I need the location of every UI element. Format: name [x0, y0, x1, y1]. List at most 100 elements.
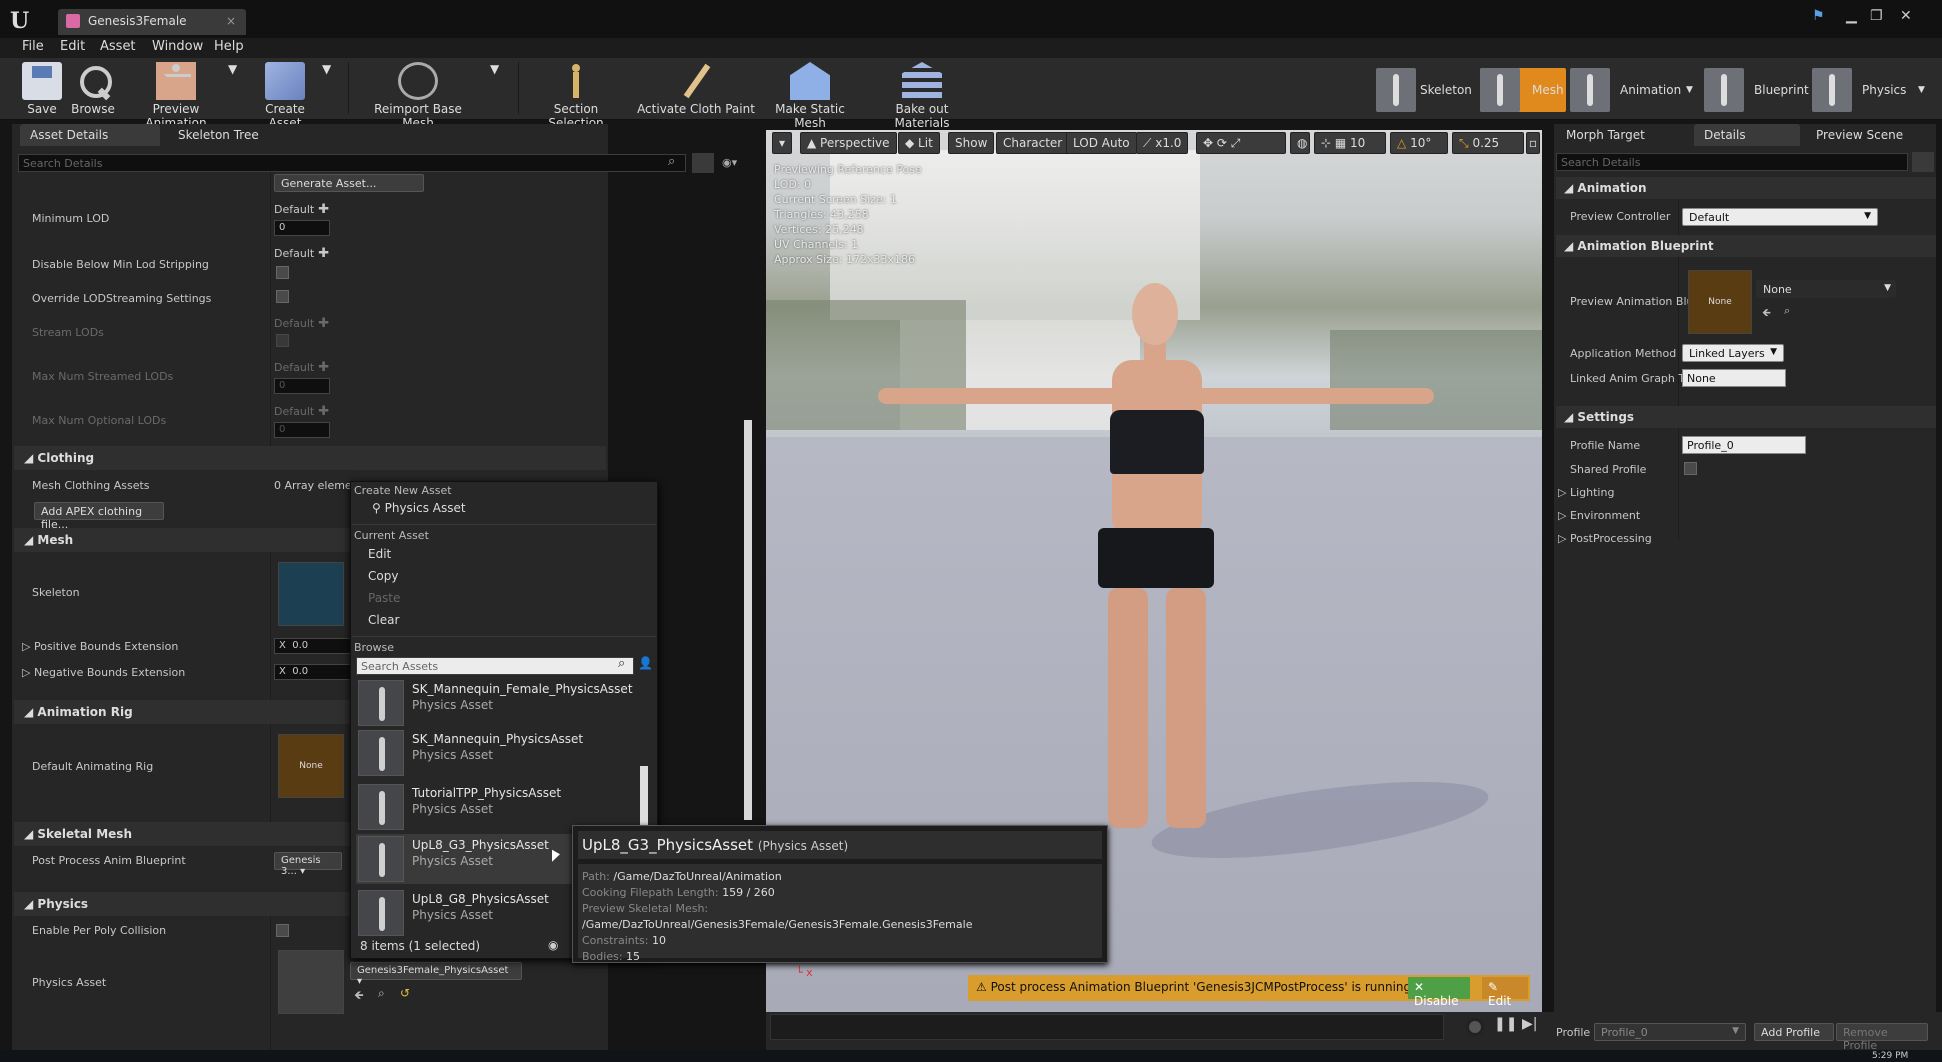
tab-asset-details[interactable]: Asset Details	[20, 124, 160, 146]
tab-skeleton-tree[interactable]: Skeleton Tree	[168, 124, 308, 146]
mode-skeleton[interactable]: Skeleton	[1376, 68, 1480, 112]
edit-button[interactable]: ✎ Edit	[1482, 977, 1528, 1008]
add-apex-clothing-button[interactable]: Add APEX clothing file...	[34, 502, 164, 531]
menu-clear[interactable]: Clear	[368, 613, 399, 627]
linked-anim-input[interactable]: None	[1682, 369, 1786, 387]
category-animation[interactable]: ◢ Animation	[1556, 177, 1936, 199]
use-selected-icon[interactable]: 🡸	[1762, 304, 1771, 323]
positive-bounds-x-input[interactable]: X 0.0	[274, 638, 354, 654]
remove-profile-button[interactable]: Remove Profile	[1836, 1023, 1928, 1052]
disable-below-default[interactable]: Default ✚	[274, 246, 329, 261]
default-rig-thumbnail[interactable]: None	[278, 734, 344, 798]
negative-bounds-x-input[interactable]: X 0.0	[274, 664, 354, 680]
view-options-icon[interactable]	[1912, 152, 1934, 172]
document-tab[interactable]: Genesis3Female ×	[58, 9, 246, 35]
profile-combo[interactable]: Profile_0 ▼	[1594, 1023, 1746, 1041]
activate-cloth-paint-button[interactable]: Activate Cloth Paint	[636, 62, 756, 116]
notification-icon[interactable]: ⚑	[1812, 8, 1825, 24]
add-profile-button[interactable]: Add Profile	[1754, 1023, 1834, 1041]
post-process-combo[interactable]: Genesis 3... ▾	[274, 852, 342, 877]
positive-bounds-label[interactable]: ▷ Positive Bounds Extension	[22, 640, 178, 653]
skeleton-thumbnail[interactable]	[278, 562, 344, 626]
asset-item[interactable]: SK_Mannequin_PhysicsAsset Physics Asset	[356, 728, 644, 778]
bake-out-materials-button[interactable]: Bake out Materials	[868, 62, 976, 130]
view-options-eye-icon[interactable]: ◉	[548, 938, 558, 952]
preview-anim-combo[interactable]: None ▼	[1756, 280, 1896, 298]
viewport-options-dropdown[interactable]: ▾	[772, 132, 792, 154]
physics-asset-thumbnail[interactable]	[278, 950, 344, 1014]
reimport-dropdown[interactable]: ▼	[490, 62, 499, 76]
close-tab-icon[interactable]: ×	[226, 14, 236, 28]
override-checkbox[interactable]	[276, 290, 289, 303]
menu-window[interactable]: Window	[152, 39, 203, 54]
animation-mode-dropdown[interactable]: ▼	[1686, 68, 1693, 112]
browse-button[interactable]: Browse	[70, 62, 116, 116]
eye-icon[interactable]: ◉▾	[722, 156, 737, 169]
minimum-lod-input[interactable]: 0	[274, 220, 330, 236]
disable-below-checkbox[interactable]	[276, 266, 289, 279]
negative-bounds-label[interactable]: ▷ Negative Bounds Extension	[22, 666, 185, 679]
preview-animation-button[interactable]: Preview Animation	[126, 62, 226, 130]
category-settings[interactable]: ◢ Settings	[1556, 406, 1936, 428]
asset-search-input[interactable]: Search Assets	[356, 657, 634, 675]
physics-mode-dropdown[interactable]: ▼	[1918, 68, 1925, 112]
menu-help[interactable]: Help	[214, 39, 244, 54]
browse-asset-icon[interactable]: ⌕	[1784, 304, 1790, 318]
view-options-icon[interactable]	[692, 153, 714, 173]
menu-file[interactable]: File	[22, 39, 44, 54]
lighting-section[interactable]: ▷ Lighting	[1558, 486, 1614, 499]
mode-physics[interactable]: Physics ▼	[1812, 68, 1932, 112]
mode-blueprint[interactable]: Blueprint	[1704, 68, 1814, 112]
menu-copy[interactable]: Copy	[368, 569, 398, 583]
create-asset-dropdown[interactable]: ▼	[322, 62, 331, 76]
mode-animation[interactable]: Animation ▼	[1570, 68, 1704, 112]
tab-details[interactable]: Details	[1694, 124, 1800, 146]
reset-icon[interactable]: ↺	[400, 986, 410, 1000]
right-search-input[interactable]: Search Details	[1556, 153, 1908, 171]
timeline-bar[interactable]	[770, 1014, 1444, 1040]
preview-animation-dropdown[interactable]: ▼	[228, 62, 237, 76]
per-poly-checkbox[interactable]	[276, 924, 289, 937]
menu-physics-asset[interactable]: ⚲ Physics Asset	[372, 501, 466, 515]
scale-snap-button[interactable]: ⤡ 0.25	[1452, 132, 1524, 154]
reimport-base-mesh-button[interactable]: Reimport Base Mesh	[360, 62, 476, 130]
details-scrollbar[interactable]	[744, 420, 752, 820]
application-method-combo[interactable]: Linked Layers ▼	[1682, 344, 1784, 362]
character-button[interactable]: Character	[996, 132, 1070, 154]
postprocessing-section[interactable]: ▷ PostProcessing	[1558, 532, 1652, 545]
maximize-viewport-icon[interactable]: ▫	[1526, 132, 1540, 154]
lit-button[interactable]: ◆ Lit	[898, 132, 940, 154]
coordinate-space-icon[interactable]: ◍	[1290, 132, 1310, 154]
preview-anim-thumbnail[interactable]: None	[1688, 270, 1752, 334]
section-selection-button[interactable]: Section Selection	[528, 62, 624, 130]
show-button[interactable]: Show	[948, 132, 995, 154]
profile-name-input[interactable]: Profile_0	[1682, 436, 1806, 454]
unreal-logo-icon[interactable]: U	[10, 8, 29, 34]
generate-asset-button[interactable]: Generate Asset...	[274, 174, 424, 192]
close-window-icon[interactable]: ✕	[1900, 8, 1912, 24]
minimum-lod-default[interactable]: Default ✚	[274, 202, 329, 217]
use-selected-icon[interactable]: 🡸	[354, 986, 364, 1007]
physics-asset-combo[interactable]: Genesis3Female_PhysicsAsset ▾	[350, 962, 522, 987]
rotation-snap-button[interactable]: △ 10°	[1390, 132, 1448, 154]
transform-tools[interactable]: ✥ ⟳ ⤢	[1196, 132, 1286, 154]
shared-profile-checkbox[interactable]	[1684, 462, 1697, 475]
menu-asset[interactable]: Asset	[100, 39, 136, 54]
details-search-input[interactable]: Search Details	[18, 154, 686, 172]
preview-controller-combo[interactable]: Default ▼	[1682, 208, 1878, 226]
user-filter-icon[interactable]: 👤	[638, 656, 653, 670]
grid-snap-button[interactable]: ⊹ ▦ 10	[1314, 132, 1386, 154]
perspective-button[interactable]: ▲ Perspective	[800, 132, 897, 154]
step-forward-icon[interactable]: ▶|	[1522, 1016, 1537, 1032]
tab-morph-target[interactable]: Morph Target	[1556, 124, 1692, 146]
menu-edit[interactable]: Edit	[60, 39, 85, 54]
tab-preview-scene[interactable]: Preview Scene	[1806, 124, 1936, 146]
create-asset-button[interactable]: Create Asset	[248, 62, 322, 130]
camera-speed-button[interactable]: ⟋ x1.0	[1136, 132, 1189, 154]
environment-section[interactable]: ▷ Environment	[1558, 509, 1640, 522]
browse-asset-icon[interactable]: ⌕	[378, 986, 385, 1001]
mode-mesh[interactable]: Mesh	[1480, 68, 1566, 112]
asset-list-scrollbar[interactable]	[640, 766, 648, 826]
minimize-icon[interactable]: ▁	[1846, 8, 1857, 24]
disable-button[interactable]: ✕ Disable	[1408, 977, 1470, 1008]
